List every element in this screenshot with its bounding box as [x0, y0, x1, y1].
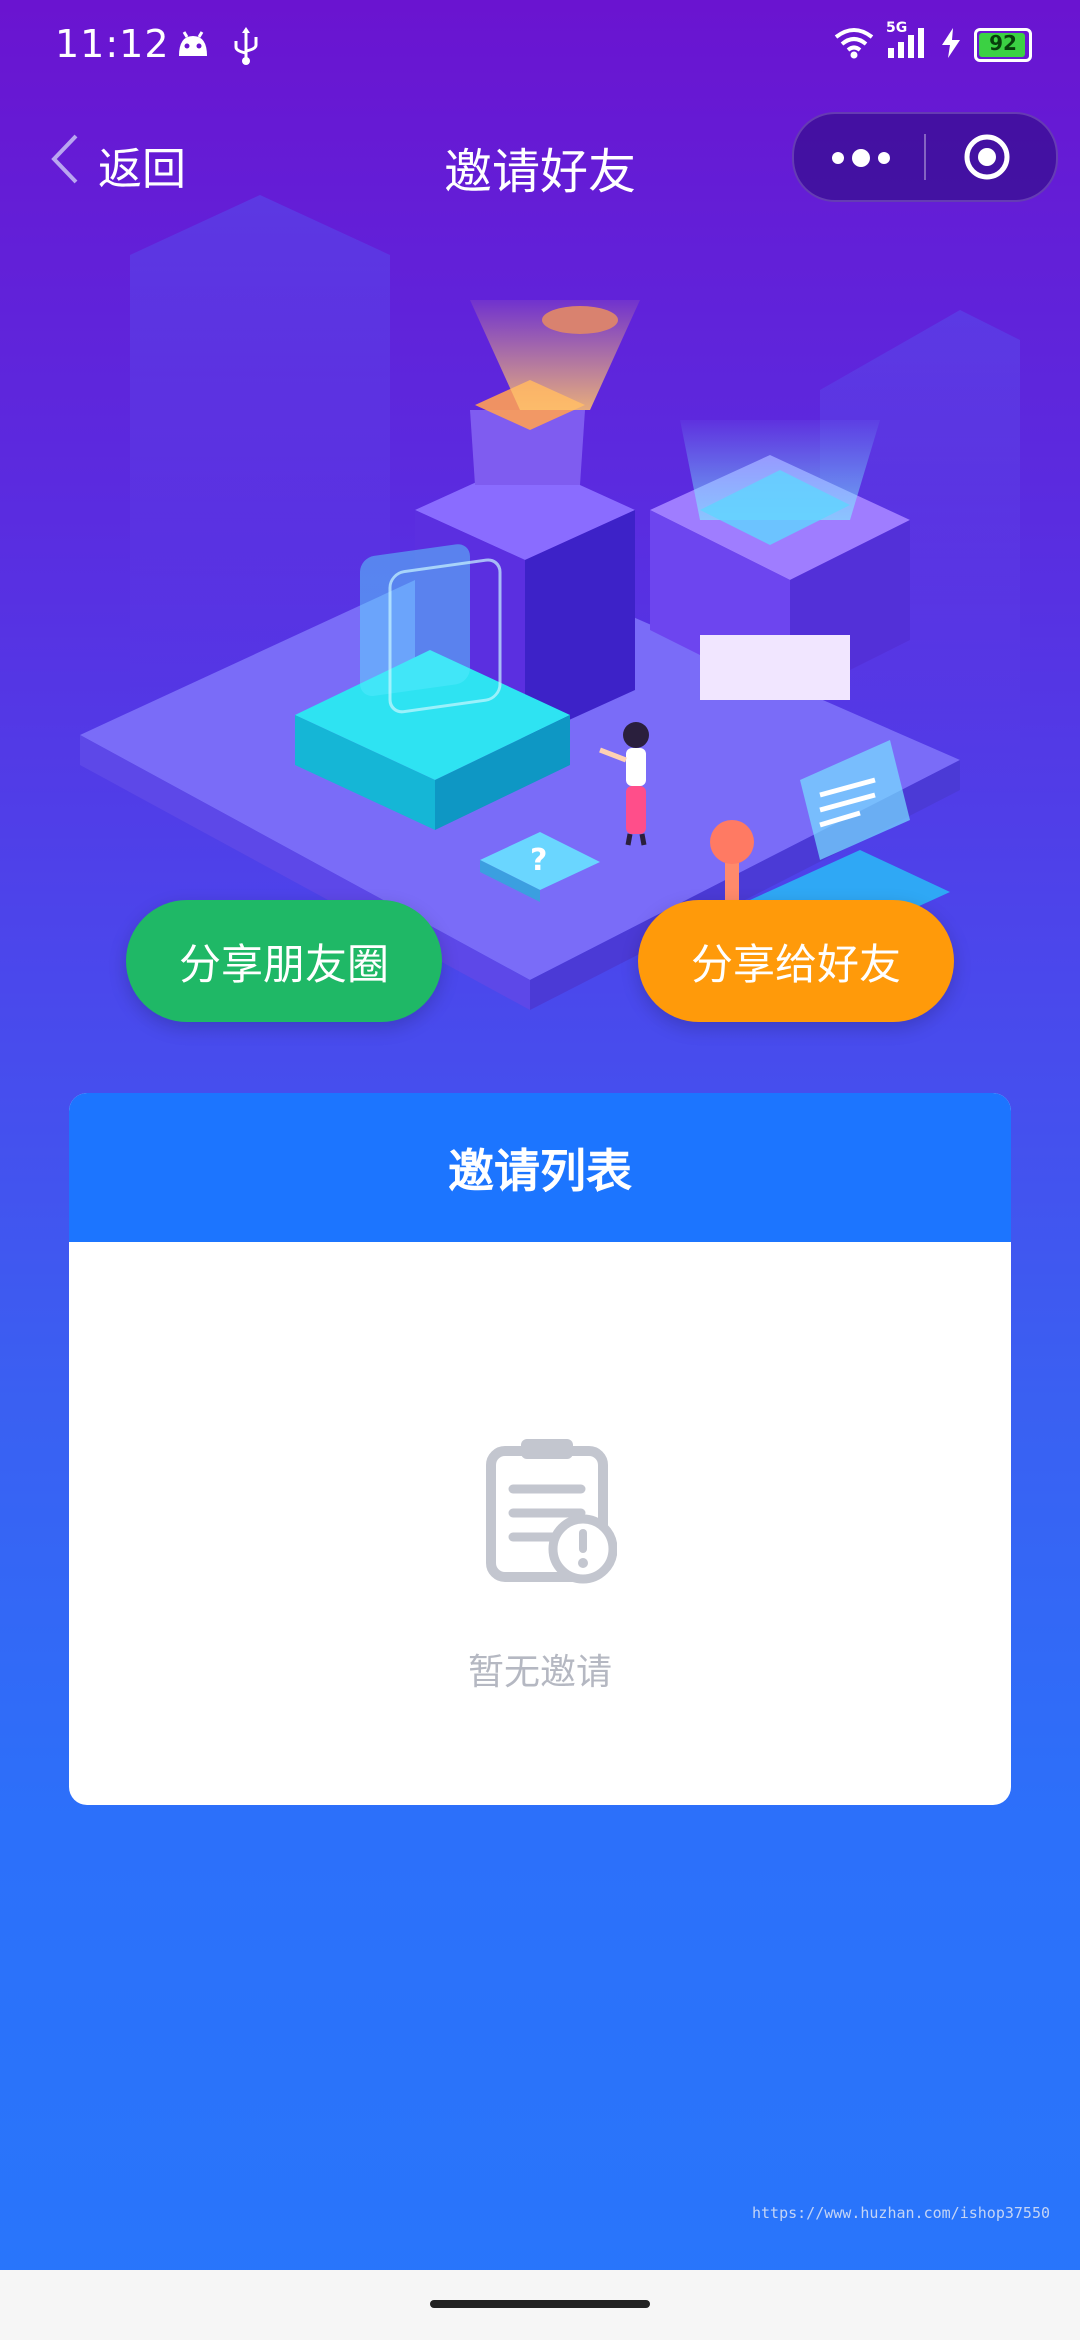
battery-icon: 92	[974, 28, 1032, 62]
watermark-url: https://www.huzhan.com/ishop37550	[752, 2204, 1051, 2222]
invite-list-title: 邀请列表	[69, 1093, 1011, 1242]
capsule-divider	[924, 134, 926, 180]
clipboard-alert-icon	[477, 1433, 618, 1597]
usb-icon	[232, 25, 260, 69]
share-moments-button[interactable]: 分享朋友圈	[126, 900, 442, 1022]
network-type: 5G	[886, 20, 908, 36]
svg-text:?: ?	[530, 843, 547, 878]
home-indicator[interactable]	[430, 2300, 650, 2308]
close-target-icon[interactable]	[962, 132, 1012, 186]
share-friend-button[interactable]: 分享给好友	[638, 900, 954, 1022]
battery-percent: 92	[989, 31, 1017, 55]
status-bar: 11:12 5G 92	[0, 0, 1080, 95]
signal-icon: 5G	[886, 20, 928, 64]
more-dots-icon[interactable]	[826, 138, 896, 178]
invite-list-card: 邀请列表 暂无邀请	[69, 1093, 1011, 1805]
wifi-icon	[834, 27, 874, 63]
empty-message: 暂无邀请	[467, 1652, 612, 1693]
charging-icon	[940, 27, 962, 63]
status-right-group: 5G 92	[834, 20, 1032, 64]
gesture-bar-area	[0, 2270, 1080, 2340]
android-icon	[176, 28, 210, 62]
status-time: 11:12	[55, 22, 170, 66]
